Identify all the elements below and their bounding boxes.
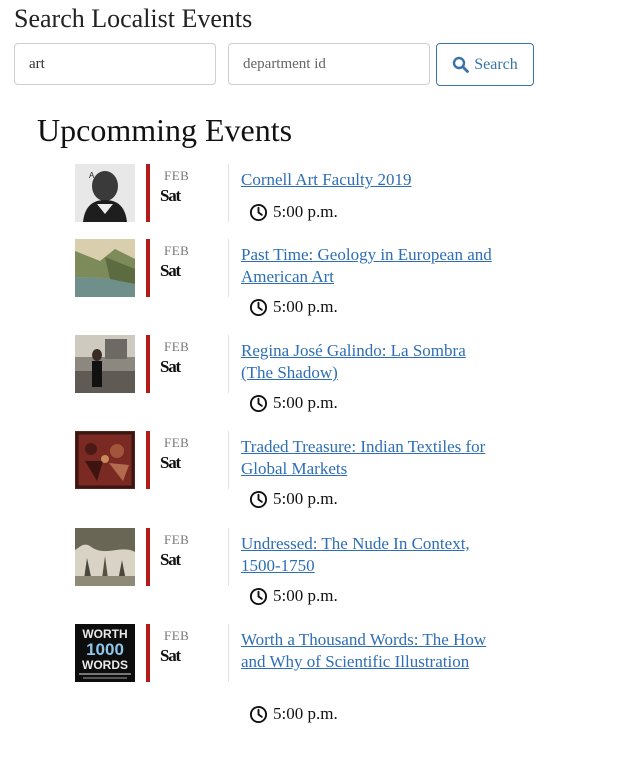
divider — [228, 335, 229, 393]
event-day: Sat — [160, 646, 181, 665]
divider — [228, 624, 229, 682]
event-month: FEB — [164, 532, 190, 547]
divider — [228, 528, 229, 586]
event-time: 5:00 p.m. — [249, 704, 338, 724]
divider — [228, 239, 229, 297]
clock-icon — [249, 394, 268, 412]
event-day: Sat — [160, 261, 181, 280]
clock-icon — [249, 490, 268, 508]
date-accent-bar — [146, 335, 150, 393]
date-accent-bar — [146, 239, 150, 297]
svg-text:1000: 1000 — [86, 640, 124, 659]
event-time: 5:00 p.m. — [249, 393, 338, 413]
department-id-input[interactable] — [228, 43, 430, 85]
event-month: FEB — [164, 168, 190, 183]
search-icon — [453, 56, 470, 73]
section-title: Upcomming Events — [37, 112, 293, 148]
event-title-link[interactable]: Regina José Galindo: La Sombra (The Shad… — [241, 340, 499, 384]
event-time-label: 5:00 p.m. — [273, 297, 338, 316]
svg-text:WORTH: WORTH — [82, 627, 127, 641]
date-accent-bar — [146, 431, 150, 489]
divider — [228, 164, 229, 222]
event-month: FEB — [164, 339, 190, 354]
event-day: Sat — [160, 550, 181, 569]
date-accent-bar — [146, 624, 150, 682]
search-button-label: Search — [474, 55, 518, 73]
clock-icon — [249, 298, 268, 316]
event-month: FEB — [164, 435, 190, 450]
event-title-link[interactable]: Cornell Art Faculty 2019 — [241, 169, 499, 191]
event-month: FEB — [164, 628, 190, 643]
keyword-input[interactable] — [14, 43, 216, 85]
event-title-link[interactable]: Past Time: Geology in European and Ameri… — [241, 244, 499, 288]
event-title-link[interactable]: Worth a Thousand Words: The How and Why … — [241, 629, 499, 673]
divider — [228, 431, 229, 489]
event-time: 5:00 p.m. — [249, 297, 338, 317]
event-thumbnail[interactable] — [75, 431, 135, 489]
event-time: 5:00 p.m. — [249, 489, 338, 509]
event-time-label: 5:00 p.m. — [273, 704, 338, 723]
event-title-link[interactable]: Traded Treasure: Indian Textiles for Glo… — [241, 436, 499, 480]
page-title: Search Localist Events — [14, 4, 253, 33]
event-time-label: 5:00 p.m. — [273, 489, 338, 508]
event-title-link[interactable]: Undressed: The Nude In Context, 1500-175… — [241, 533, 499, 577]
event-time-label: 5:00 p.m. — [273, 586, 338, 605]
event-day: Sat — [160, 186, 181, 205]
event-thumbnail[interactable]: WORTH 1000 WORDS — [75, 624, 135, 682]
event-thumbnail[interactable] — [75, 239, 135, 297]
event-time-label: 5:00 p.m. — [273, 202, 338, 221]
clock-icon — [249, 587, 268, 605]
event-month: FEB — [164, 243, 190, 258]
event-day: Sat — [160, 453, 181, 472]
event-thumbnail[interactable]: A — [75, 164, 135, 222]
clock-icon — [249, 203, 268, 221]
svg-text:A: A — [89, 171, 95, 180]
event-time: 5:00 p.m. — [249, 202, 338, 222]
svg-text:WORDS: WORDS — [82, 658, 128, 672]
search-button[interactable]: Search — [436, 43, 534, 86]
event-day: Sat — [160, 357, 181, 376]
clock-icon — [249, 705, 268, 723]
event-thumbnail[interactable] — [75, 528, 135, 586]
event-thumbnail[interactable] — [75, 335, 135, 393]
event-time: 5:00 p.m. — [249, 586, 338, 606]
date-accent-bar — [146, 528, 150, 586]
date-accent-bar — [146, 164, 150, 222]
event-time-label: 5:00 p.m. — [273, 393, 338, 412]
